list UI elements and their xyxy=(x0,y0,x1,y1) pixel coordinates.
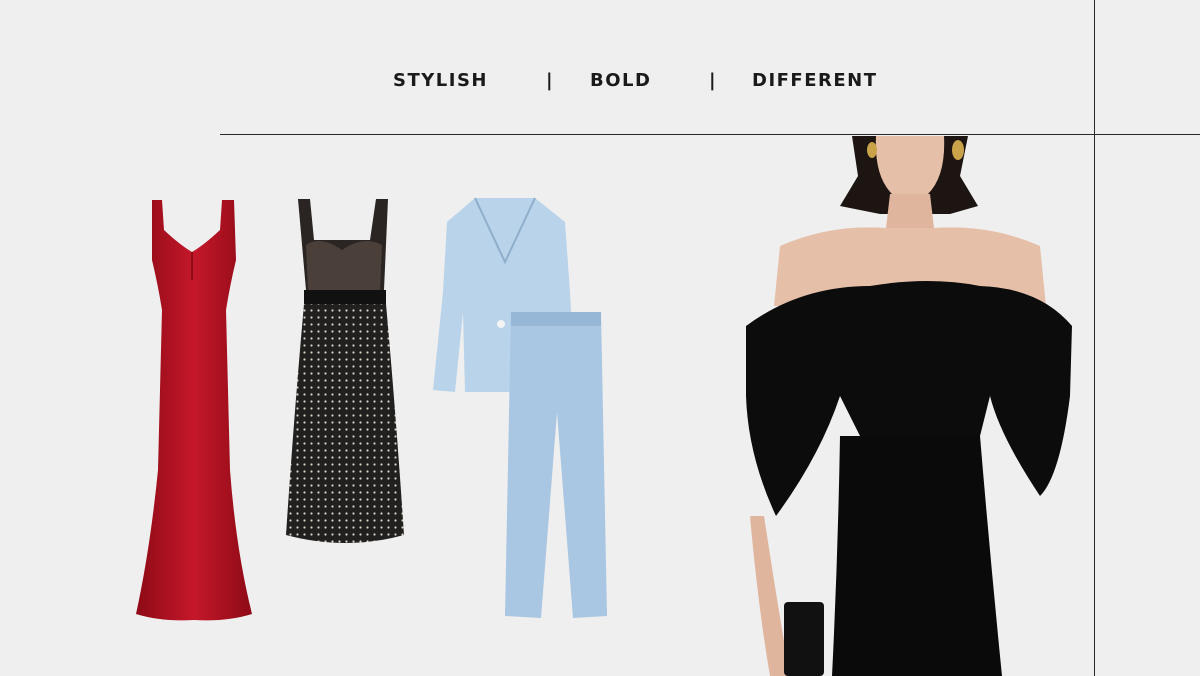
red-gown-icon xyxy=(136,200,252,621)
horizontal-divider xyxy=(220,134,1200,135)
tagline-word-stylish: STYLISH xyxy=(393,70,488,91)
tagline: STYLISH | BOLD | DIFFERENT xyxy=(0,70,1100,98)
tagline-separator: | xyxy=(709,70,718,91)
fashion-collage: STYLISH | BOLD | DIFFERENT xyxy=(0,0,1200,676)
vertical-divider xyxy=(1094,0,1095,676)
model-off-shoulder-dress-icon xyxy=(746,136,1072,676)
embellished-tulle-dress-icon xyxy=(286,199,404,543)
tagline-word-different: DIFFERENT xyxy=(752,70,878,91)
tagline-separator: | xyxy=(546,70,555,91)
blue-suit-icon xyxy=(433,197,607,618)
tagline-word-bold: BOLD xyxy=(590,70,652,91)
